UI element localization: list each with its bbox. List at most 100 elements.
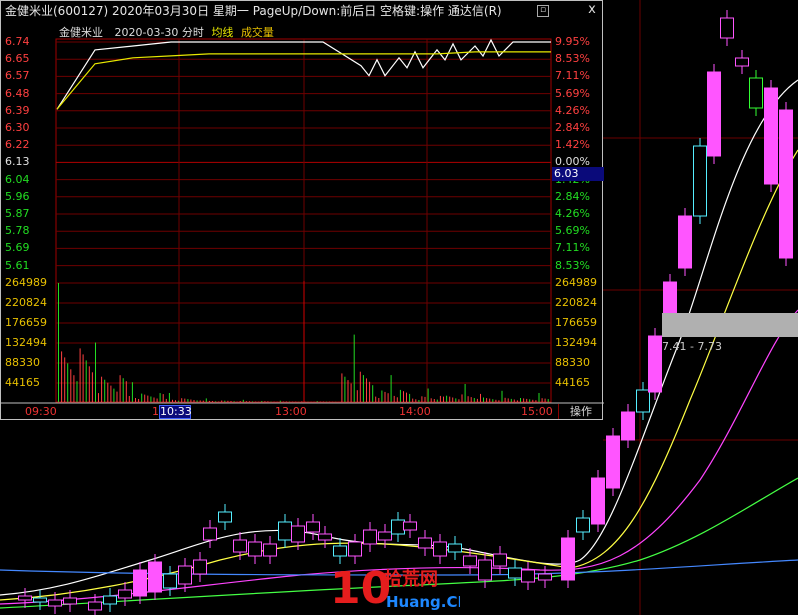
volume-bar (267, 401, 269, 402)
candle-body (391, 519, 405, 535)
candle-body (433, 541, 447, 557)
watermark-logo: 10 拾荒网 Huang.CN (330, 563, 470, 614)
volume-tick-label: 220824 (555, 296, 597, 309)
volume-bar (101, 376, 103, 402)
volume-bar (390, 375, 392, 402)
volume-bar (239, 401, 241, 402)
volume-bar (501, 390, 503, 402)
volume-bar (196, 400, 198, 402)
volume-bar (82, 354, 84, 402)
volume-bar (212, 401, 213, 402)
cursor-time-box: 10:33 (159, 405, 192, 419)
volume-bar (372, 385, 374, 402)
volume-bar (168, 393, 170, 402)
volume-bar (227, 400, 229, 402)
candle-body (348, 541, 362, 557)
volume-bar (412, 398, 414, 402)
volume-tick-label: 176659 (5, 316, 47, 329)
percent-tick-label: 5.69% (555, 86, 590, 100)
volume-bar (399, 389, 401, 402)
volume-bar (486, 398, 488, 402)
time-label-close: 15:00 (521, 405, 553, 418)
volume-bar (421, 396, 423, 402)
volume-bar (535, 400, 537, 402)
volume-bar (61, 351, 63, 402)
intraday-popup[interactable]: 金健米业(600127) 2020年03月30日 星期一 PageUp/Down… (0, 0, 604, 421)
price-tick-label: 6.48 (5, 86, 30, 100)
volume-bar (119, 375, 121, 402)
intraday-chart[interactable] (1, 1, 604, 421)
candle-body (248, 541, 262, 557)
percent-tick-label: 8.53% (555, 258, 590, 272)
time-label-1030: 1 (152, 405, 159, 418)
volume-bar (467, 396, 469, 402)
volume-bar (403, 391, 404, 402)
volume-bar (125, 381, 127, 402)
time-label-1300: 13:00 (275, 405, 307, 418)
operation-button[interactable]: 操作 (558, 404, 603, 419)
percent-tick-label: 2.84% (555, 121, 590, 134)
candle-body (263, 543, 277, 557)
volume-bar (116, 391, 118, 402)
volume-bar (95, 342, 96, 402)
candle-body (561, 537, 575, 581)
volume-bar (433, 399, 435, 402)
volume-bar (181, 398, 183, 402)
volume-bar (516, 400, 518, 402)
volume-tick-label: 264989 (555, 276, 597, 289)
candle-body (448, 543, 462, 553)
volume-bar (480, 393, 481, 402)
volume-bar (520, 398, 521, 402)
volume-bar (91, 372, 93, 403)
volume-bar (98, 393, 99, 402)
chart-header: 金健米业 2020-03-30 分时 均线 成交量 (59, 24, 274, 40)
volume-bar (452, 397, 454, 402)
volume-bar (538, 393, 540, 402)
volume-bar (67, 363, 69, 402)
candle-body (18, 595, 32, 601)
volume-bar (205, 398, 207, 402)
volume-legend: 成交量 (240, 26, 274, 39)
volume-bar (282, 401, 284, 402)
volume-bar (131, 382, 133, 402)
volume-bar (396, 397, 398, 402)
volume-bar (156, 398, 158, 402)
percent-tick-label: 5.69% (555, 224, 590, 238)
candle-body (318, 533, 332, 541)
candle-body (478, 559, 492, 581)
volume-bar (347, 380, 349, 402)
volume-bar (144, 394, 146, 402)
volume-bar (461, 394, 463, 402)
volume-tick-label: 44165 (5, 376, 40, 389)
volume-bar (159, 393, 161, 402)
candle-body (103, 595, 117, 605)
volume-bar (384, 391, 386, 402)
volume-bar (470, 397, 472, 402)
candle-body (233, 539, 247, 553)
candle-body (735, 57, 749, 67)
volume-bar (64, 357, 66, 402)
volume-bar (242, 399, 244, 402)
volume-bar (436, 399, 438, 402)
volume-bar (356, 390, 358, 402)
volume-bar (172, 399, 173, 402)
volume-bar (279, 400, 281, 402)
volume-bar (544, 398, 546, 402)
volume-bar (532, 399, 534, 402)
volume-bar (504, 397, 506, 402)
volume-bar (76, 381, 78, 402)
volume-bar (73, 375, 75, 402)
volume-bar (526, 398, 528, 402)
candle-body (521, 569, 535, 583)
volume-bar (483, 397, 484, 402)
volume-bar (113, 388, 115, 402)
candle-body (33, 597, 47, 603)
volume-bar (230, 401, 232, 402)
volume-bar (455, 398, 457, 402)
volume-bar (541, 398, 543, 402)
volume-bar (449, 396, 451, 402)
volume-tick-label: 132494 (555, 336, 597, 349)
volume-bar (147, 395, 149, 402)
candle-body (493, 553, 507, 567)
volume-tick-label: 88330 (555, 356, 590, 369)
